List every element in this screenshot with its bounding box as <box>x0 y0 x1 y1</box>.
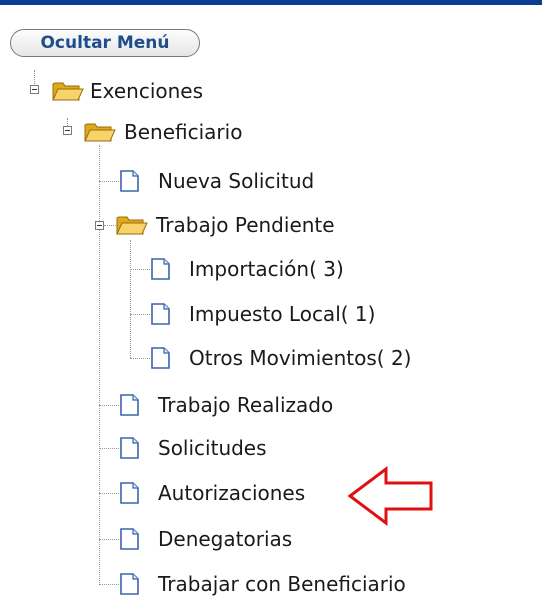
tree-node-trabajo-realizado[interactable]: Trabajo Realizado <box>158 393 333 417</box>
collapse-toggle-icon[interactable] <box>95 221 104 230</box>
top-bar <box>0 0 542 5</box>
tree-node-autorizaciones[interactable]: Autorizaciones <box>158 481 305 505</box>
tree-connector <box>104 225 116 226</box>
tree-connector <box>130 314 150 315</box>
document-icon <box>120 573 139 595</box>
document-icon <box>120 528 139 550</box>
folder-open-icon <box>116 216 148 235</box>
folder-open-icon <box>84 123 116 142</box>
document-icon <box>120 482 139 504</box>
tree-node-exenciones[interactable]: Exenciones <box>90 79 203 103</box>
tree-node-importacion[interactable]: Importación( 3) <box>189 257 344 281</box>
tree-connector <box>130 240 131 358</box>
tree-node-denegatorias[interactable]: Denegatorias <box>158 527 292 551</box>
tree-connector <box>99 405 119 406</box>
tree-node-trabajo-pendiente[interactable]: Trabajo Pendiente <box>156 213 335 237</box>
document-icon <box>151 303 170 325</box>
collapse-toggle-icon[interactable] <box>63 126 72 135</box>
document-icon <box>120 437 139 459</box>
folder-open-icon <box>52 82 84 101</box>
tree-node-otros-movimientos[interactable]: Otros Movimientos( 2) <box>189 346 411 370</box>
tree-node-solicitudes[interactable]: Solicitudes <box>158 436 267 460</box>
tree-connector <box>99 181 119 182</box>
tree-connector <box>34 70 35 84</box>
tree-connector <box>99 493 119 494</box>
tree-node-impuesto-local[interactable]: Impuesto Local( 1) <box>189 302 375 326</box>
tree-node-nueva-solicitud[interactable]: Nueva Solicitud <box>158 169 314 193</box>
document-icon <box>120 394 139 416</box>
tree-connector <box>99 145 100 585</box>
tree-connector <box>130 358 150 359</box>
tree-connector <box>99 539 119 540</box>
hide-menu-button[interactable]: Ocultar Menú <box>10 29 200 57</box>
collapse-toggle-icon[interactable] <box>30 85 39 94</box>
tree-connector <box>99 448 119 449</box>
tree-connector <box>99 584 119 585</box>
tree-connector <box>130 269 150 270</box>
document-icon <box>151 347 170 369</box>
document-icon <box>120 170 139 192</box>
tree-node-trabajar-con-beneficiario[interactable]: Trabajar con Beneficiario <box>158 572 406 596</box>
document-icon <box>151 258 170 280</box>
red-arrow-left-icon <box>348 466 433 526</box>
tree-node-beneficiario[interactable]: Beneficiario <box>124 120 242 144</box>
